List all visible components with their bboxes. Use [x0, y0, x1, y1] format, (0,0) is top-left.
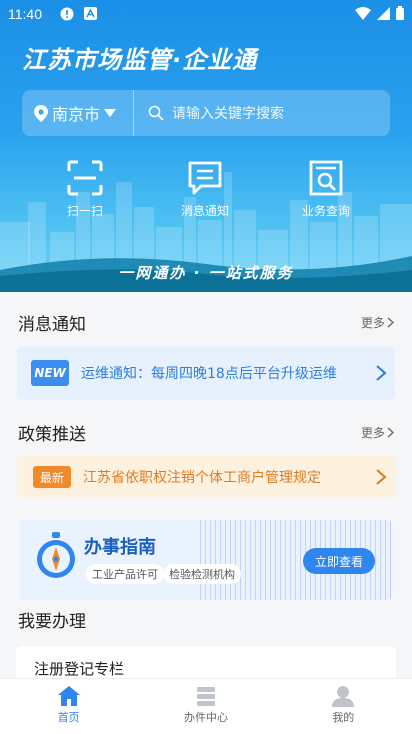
home-icon — [57, 686, 80, 706]
city-label: 南京市 — [52, 105, 101, 124]
scan-icon — [67, 160, 103, 196]
policy-section-header: 政策推送 更多 — [18, 420, 394, 445]
chevron-right-icon — [387, 427, 394, 438]
battery-icon — [396, 6, 404, 20]
news-item[interactable]: NEW 运维通知：每周四晚18点后平台升级运维 — [17, 346, 395, 400]
bottom-tab-bar: 首页 办件中心 我的 — [0, 678, 412, 734]
tab-label: 办件中心 — [183, 711, 228, 724]
tab-profile[interactable]: 我的 — [275, 679, 412, 734]
more-label: 更多 — [360, 316, 385, 330]
wifi-icon — [355, 6, 371, 20]
stack-icon — [196, 687, 215, 706]
app-notification-icon — [84, 7, 97, 20]
policy-item[interactable]: 最新 江苏省依职权注销个体工商户管理规定 — [17, 456, 395, 498]
guide-tag: 工业产品许可 — [86, 564, 164, 584]
policy-section-title: 政策推送 — [18, 425, 86, 445]
service-guide-banner[interactable]: 办事指南 工业产品许可 检验检测机构 立即查看 — [20, 520, 392, 600]
news-item-text: 运维通知：每周四晚18点后平台升级运维 — [81, 366, 337, 382]
chevron-right-icon — [376, 365, 387, 381]
latest-badge: 最新 — [33, 466, 71, 488]
guide-tag: 检验检测机构 — [163, 564, 241, 584]
quick-action-messages[interactable]: 消息通知 — [165, 160, 245, 219]
hero-banner: 11:40 江苏市场监管·企业通 南京市 请输入关键字搜索 扫一扫 消息通知 业… — [0, 0, 412, 292]
quick-action-label: 扫一扫 — [66, 204, 103, 218]
tab-label: 首页 — [57, 711, 80, 724]
registration-card-title: 注册登记专栏 — [34, 660, 125, 678]
quick-action-query[interactable]: 业务查询 — [286, 160, 366, 219]
tab-home[interactable]: 首页 — [0, 679, 137, 734]
guide-title: 办事指南 — [84, 537, 156, 558]
app-title: 江苏市场监管·企业通 — [22, 46, 258, 74]
search-icon — [148, 105, 164, 121]
quick-action-label: 消息通知 — [180, 204, 229, 218]
news-more-link[interactable]: 更多 — [361, 314, 394, 331]
todo-section-title: 我要办理 — [18, 612, 86, 632]
location-pin-icon — [34, 104, 48, 122]
chevron-right-icon — [387, 317, 394, 328]
compass-icon — [37, 532, 75, 578]
caret-down-icon — [104, 109, 117, 117]
news-section-header: 消息通知 更多 — [18, 310, 394, 335]
alert-icon — [60, 7, 74, 21]
tab-label: 我的 — [332, 711, 355, 724]
chevron-right-icon — [376, 469, 387, 485]
document-search-icon — [309, 160, 343, 196]
search-placeholder: 请输入关键字搜索 — [172, 106, 284, 122]
slogan: 一网通办 · 一站式服务 — [118, 264, 294, 282]
signal-icon — [377, 6, 390, 20]
status-time: 11:40 — [8, 6, 42, 22]
more-label: 更多 — [360, 426, 385, 440]
status-bar: 11:40 — [0, 0, 412, 30]
policy-more-link[interactable]: 更多 — [361, 424, 394, 441]
search-bar: 南京市 请输入关键字搜索 — [22, 90, 390, 136]
quick-action-label: 业务查询 — [301, 204, 350, 218]
search-input[interactable]: 请输入关键字搜索 — [134, 103, 390, 123]
policy-item-text: 江苏省依职权注销个体工商户管理规定 — [83, 470, 321, 486]
user-icon — [332, 686, 355, 707]
message-icon — [188, 161, 222, 195]
view-now-button[interactable]: 立即查看 — [303, 548, 375, 574]
new-badge: NEW — [31, 360, 69, 386]
news-section-title: 消息通知 — [18, 315, 86, 335]
city-selector[interactable]: 南京市 — [22, 90, 134, 136]
tab-task-center[interactable]: 办件中心 — [137, 679, 274, 734]
quick-action-scan[interactable]: 扫一扫 — [45, 160, 125, 219]
